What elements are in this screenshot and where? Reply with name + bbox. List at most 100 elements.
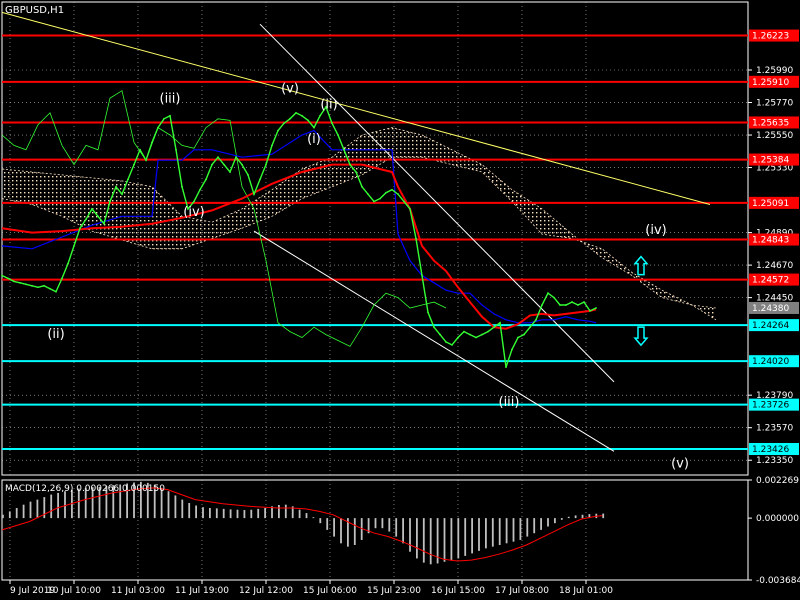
wave-label: (ii): [320, 97, 337, 112]
price-point: [403, 200, 405, 203]
macd-histogram-bar: [278, 505, 280, 519]
price-point: [247, 174, 249, 176]
price-point: [157, 126, 159, 129]
macd-histogram-bar: [29, 501, 32, 519]
price-point: [415, 237, 417, 240]
price-point: [577, 304, 579, 306]
macd-histogram-bar: [464, 518, 467, 556]
price-point: [103, 222, 105, 225]
price-point: [229, 171, 231, 173]
price-point: [127, 178, 129, 181]
price-point: [49, 287, 51, 290]
macd-histogram-bar: [560, 518, 563, 520]
price-point: [265, 163, 267, 166]
macd-histogram-bar: [8, 511, 11, 519]
time-tick-label: 11 Jul 19:00: [175, 586, 229, 596]
macd-histogram-bar: [519, 518, 522, 540]
price-point: [61, 277, 63, 280]
price-point: [199, 188, 201, 191]
macd-histogram-bar: [443, 518, 446, 562]
price-point: [421, 274, 423, 277]
price-point: [313, 126, 315, 129]
price-point: [571, 301, 573, 303]
price-point: [97, 215, 99, 218]
price-point: [121, 193, 123, 196]
macd-histogram-bar: [209, 508, 211, 519]
macd-histogram-bar: [222, 508, 225, 519]
price-point: [343, 148, 345, 151]
macd-histogram-bar: [526, 518, 529, 537]
price-point: [589, 310, 591, 312]
macd-tick-label: 0.000000: [756, 514, 799, 524]
price-point: [37, 286, 39, 289]
macd-histogram-bar: [457, 518, 460, 559]
price-point: [277, 129, 279, 132]
price-point: [43, 284, 45, 287]
support-level-label: 1.24264: [752, 321, 789, 331]
macd-title: MACD(12,26,9) 0.000266 0.000150: [5, 484, 165, 494]
price-point: [73, 244, 75, 247]
price-point: [361, 185, 363, 188]
price-point: [205, 178, 207, 181]
price-point: [13, 280, 15, 283]
price-point: [115, 185, 117, 188]
resistance-level-label: 1.25384: [752, 156, 789, 166]
time-tick-label: 10 Jul 10:00: [47, 586, 101, 596]
macd-histogram-bar: [485, 518, 487, 549]
macd-histogram-bar: [374, 518, 377, 529]
price-point: [337, 134, 339, 136]
macd-histogram-bar: [36, 499, 39, 519]
price-tick-label: 1.25770: [756, 99, 793, 109]
price-point: [541, 304, 543, 306]
price-point: [379, 197, 381, 200]
wave-label: (ii): [47, 327, 64, 342]
price-point: [259, 178, 261, 181]
time-tick-label: 12 Jul 12:00: [239, 586, 293, 596]
macd-histogram-bar: [50, 494, 53, 519]
price-point: [55, 290, 57, 293]
macd-histogram-bar: [264, 508, 266, 519]
macd-histogram-bar: [388, 518, 391, 532]
support-level-label: 1.24020: [752, 357, 789, 367]
macd-histogram-bar: [215, 508, 218, 519]
resistance-level-label: 1.26223: [752, 32, 789, 42]
macd-histogram-bar: [602, 513, 605, 519]
macd-histogram-bar: [298, 509, 301, 519]
macd-histogram-bar: [512, 518, 515, 542]
macd-histogram-bar: [326, 518, 329, 530]
wave-label: (iii): [499, 395, 520, 410]
macd-histogram-bar: [505, 518, 508, 544]
price-point: [139, 148, 141, 151]
macd-histogram-bar: [429, 518, 432, 565]
macd-histogram-bar: [2, 514, 4, 519]
price-point: [457, 336, 459, 339]
price-point: [289, 117, 291, 120]
resistance-level-label: 1.25910: [752, 78, 789, 88]
macd-histogram-bar: [498, 518, 501, 545]
price-point: [235, 156, 237, 159]
wave-label: (v): [671, 456, 689, 471]
time-tick-label: 15 Jul 06:00: [303, 586, 357, 596]
macd-histogram-bar: [195, 505, 197, 519]
price-point: [517, 336, 519, 339]
price-point: [595, 307, 597, 309]
price-point: [373, 200, 375, 203]
price-point: [295, 111, 297, 114]
price-tick-label: 1.24670: [756, 261, 793, 271]
price-point: [499, 321, 501, 324]
time-tick-label: 17 Jul 08:00: [495, 586, 549, 596]
price-point: [463, 330, 465, 333]
price-point: [487, 330, 489, 333]
symbol-title: GBPUSD,H1: [5, 5, 64, 16]
macd-histogram-bar: [450, 518, 453, 561]
price-point: [91, 208, 93, 210]
resistance-level-label: 1.25091: [752, 199, 789, 209]
macd-histogram-bar: [478, 518, 480, 551]
price-point: [439, 333, 441, 336]
macd-histogram-bar: [15, 508, 18, 519]
price-point: [391, 188, 393, 191]
price-tick-label: 1.23350: [756, 456, 793, 466]
price-point: [301, 114, 303, 117]
macd-histogram-bar: [416, 518, 418, 559]
price-tick-label: 1.25550: [756, 131, 793, 141]
